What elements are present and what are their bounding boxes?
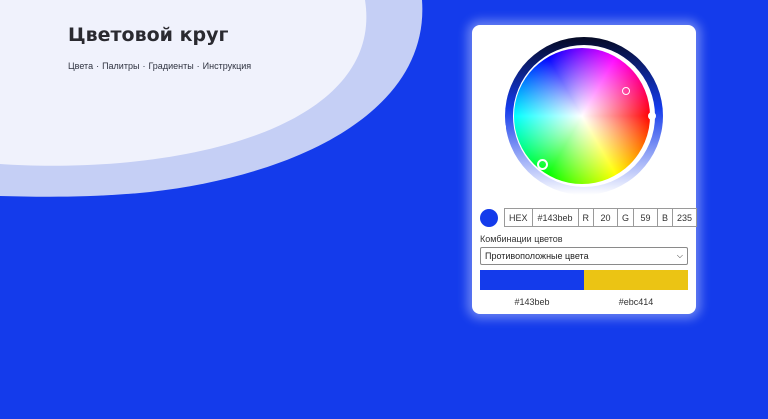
- g-input[interactable]: 59: [633, 208, 659, 227]
- brightness-handle[interactable]: [498, 123, 506, 131]
- complement-color-marker[interactable]: [622, 87, 630, 95]
- palette-strip: [480, 270, 688, 290]
- palette-chip[interactable]: [480, 270, 584, 290]
- palette-codes: #143beb #ebc414: [480, 297, 688, 307]
- r-label: R: [577, 208, 595, 227]
- nav-link-colors[interactable]: Цвета: [68, 61, 93, 71]
- combination-select-value: Противоположные цвета: [485, 251, 589, 261]
- nav-link-instructions[interactable]: Инструкция: [203, 61, 251, 71]
- hex-label: HEX: [504, 208, 533, 227]
- palette-chip[interactable]: [584, 270, 688, 290]
- current-color-swatch: [480, 208, 498, 227]
- color-wheel-panel: HEX #143beb R 20 G 59 B 235 Комбинации ц…: [472, 25, 698, 314]
- b-input[interactable]: 235: [672, 208, 698, 227]
- combinations-label: Комбинации цветов: [480, 234, 563, 244]
- chevron-down-icon: ⌵: [676, 251, 683, 260]
- hue-saturation-wheel[interactable]: [514, 48, 650, 184]
- palette-code: #ebc414: [618, 297, 654, 307]
- combination-select[interactable]: Противоположные цвета ⌵: [480, 247, 688, 265]
- nav-separator: ·: [96, 61, 100, 71]
- base-color-marker[interactable]: [648, 112, 656, 120]
- palette-code: #143beb: [514, 297, 550, 307]
- r-input[interactable]: 20: [593, 208, 619, 227]
- g-label: G: [617, 208, 635, 227]
- nav-separator: ·: [196, 61, 200, 71]
- color-input-row: HEX #143beb R 20 G 59 B 235: [480, 208, 698, 227]
- hex-input[interactable]: #143beb: [531, 208, 579, 227]
- page-header: Цветовой круг Цвета · Палитры · Градиенты · Ин…: [68, 24, 251, 71]
- b-label: B: [657, 208, 674, 227]
- nav-link-gradients[interactable]: Градиенты: [148, 61, 193, 71]
- color-wheel-container: [498, 35, 666, 199]
- selected-color-marker[interactable]: [537, 159, 548, 170]
- nav-separator: ·: [142, 61, 146, 71]
- page-title: Цветовой круг: [68, 24, 229, 46]
- main-nav: Цвета · Палитры · Градиенты · Инструкция: [68, 61, 251, 71]
- nav-link-palettes[interactable]: Палитры: [102, 61, 139, 71]
